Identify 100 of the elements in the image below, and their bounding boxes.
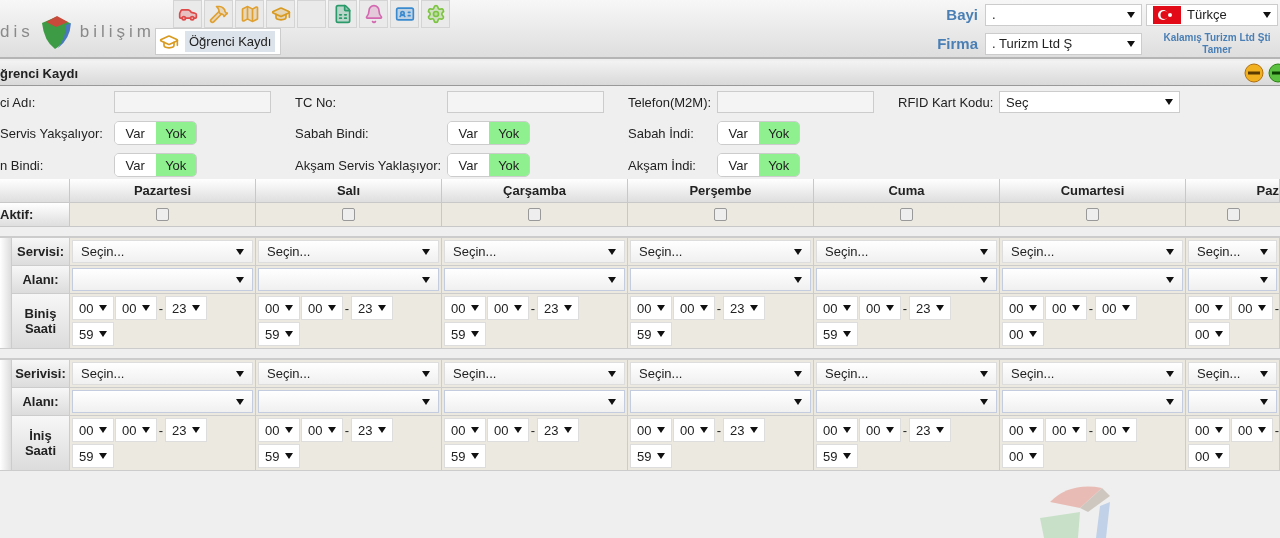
- time-select[interactable]: 00: [444, 418, 486, 442]
- time-select[interactable]: 00: [1002, 296, 1044, 320]
- area-select[interactable]: [1188, 268, 1277, 291]
- service-select[interactable]: Seçin...: [1002, 240, 1183, 263]
- open-tab[interactable]: Öğrenci Kaydı: [155, 28, 281, 55]
- toggle-option[interactable]: Yok: [758, 154, 799, 176]
- time-select[interactable]: 59: [444, 322, 486, 346]
- input-field[interactable]: [717, 91, 874, 113]
- time-select[interactable]: 00: [1002, 322, 1044, 346]
- toolbar-button[interactable]: [266, 0, 295, 28]
- time-select[interactable]: 23: [351, 296, 393, 320]
- time-select[interactable]: 00: [673, 296, 715, 320]
- checkbox[interactable]: [342, 208, 355, 221]
- time-select[interactable]: 59: [816, 322, 858, 346]
- service-select[interactable]: Seçin...: [630, 240, 811, 263]
- checkbox[interactable]: [528, 208, 541, 221]
- toggle-option[interactable]: Var: [718, 154, 759, 176]
- time-select[interactable]: 00: [816, 418, 858, 442]
- toolbar-button[interactable]: [328, 0, 357, 28]
- area-select[interactable]: [1002, 390, 1183, 413]
- time-select[interactable]: 59: [258, 322, 300, 346]
- checkbox[interactable]: [1226, 208, 1240, 221]
- toolbar-button[interactable]: [359, 0, 388, 28]
- time-select[interactable]: 00: [630, 296, 672, 320]
- toggle-option[interactable]: Yok: [488, 122, 529, 144]
- time-select[interactable]: 23: [909, 296, 951, 320]
- area-select[interactable]: [444, 268, 625, 291]
- toggle-option[interactable]: Var: [448, 122, 489, 144]
- area-select[interactable]: [258, 390, 439, 413]
- service-select[interactable]: Seçin...: [1002, 362, 1183, 385]
- add-icon[interactable]: [1268, 63, 1280, 83]
- time-select[interactable]: 00: [859, 296, 901, 320]
- service-select[interactable]: Seçin...: [72, 362, 253, 385]
- time-select[interactable]: 00: [630, 418, 672, 442]
- service-select[interactable]: Seçin...: [258, 240, 439, 263]
- area-select[interactable]: [72, 268, 253, 291]
- time-select[interactable]: 00: [1188, 322, 1230, 346]
- time-select[interactable]: 23: [351, 418, 393, 442]
- time-select[interactable]: 00: [859, 418, 901, 442]
- time-select[interactable]: 59: [630, 444, 672, 468]
- area-select[interactable]: [816, 268, 997, 291]
- service-select[interactable]: Seçin...: [72, 240, 253, 263]
- toolbar-button[interactable]: [173, 0, 202, 28]
- checkbox[interactable]: [1086, 208, 1099, 221]
- time-select[interactable]: 00: [1231, 296, 1273, 320]
- time-select[interactable]: 23: [165, 418, 207, 442]
- toggle-option[interactable]: Var: [718, 122, 759, 144]
- bayi-select[interactable]: .: [985, 3, 1142, 26]
- toolbar-button[interactable]: [421, 0, 450, 28]
- time-select[interactable]: 00: [301, 418, 343, 442]
- checkbox[interactable]: [900, 208, 913, 221]
- area-select[interactable]: [444, 390, 625, 413]
- toolbar-button[interactable]: [390, 0, 419, 28]
- time-select[interactable]: 00: [72, 418, 114, 442]
- time-select[interactable]: 00: [487, 296, 529, 320]
- toggle-option[interactable]: Yok: [155, 122, 196, 144]
- time-select[interactable]: 00: [1188, 444, 1230, 468]
- time-select[interactable]: 00: [1231, 418, 1273, 442]
- service-select[interactable]: Seçin...: [444, 240, 625, 263]
- time-select[interactable]: 00: [1045, 418, 1087, 442]
- toggle-option[interactable]: Yok: [758, 122, 799, 144]
- area-select[interactable]: [258, 268, 439, 291]
- time-select[interactable]: 59: [72, 444, 114, 468]
- time-select[interactable]: 00: [444, 296, 486, 320]
- area-select[interactable]: [630, 390, 811, 413]
- toggle-option[interactable]: Yok: [488, 154, 529, 176]
- input-field[interactable]: [114, 91, 271, 113]
- time-select[interactable]: 00: [1045, 296, 1087, 320]
- time-select[interactable]: 00: [1095, 296, 1137, 320]
- time-select[interactable]: 00: [301, 296, 343, 320]
- time-select[interactable]: 00: [258, 296, 300, 320]
- time-select[interactable]: 23: [723, 418, 765, 442]
- time-select[interactable]: 00: [673, 418, 715, 442]
- service-select[interactable]: Seçin...: [444, 362, 625, 385]
- input-field[interactable]: [447, 91, 604, 113]
- time-select[interactable]: 00: [1188, 418, 1230, 442]
- toolbar-button[interactable]: [235, 0, 264, 28]
- time-select[interactable]: 00: [1188, 296, 1230, 320]
- time-select[interactable]: 23: [537, 418, 579, 442]
- time-select[interactable]: 00: [487, 418, 529, 442]
- service-select[interactable]: Seçin...: [1188, 240, 1277, 263]
- toggle-option[interactable]: Var: [448, 154, 489, 176]
- time-select[interactable]: 23: [537, 296, 579, 320]
- toggle-option[interactable]: Var: [115, 122, 156, 144]
- time-select[interactable]: 59: [630, 322, 672, 346]
- area-select[interactable]: [1188, 390, 1277, 413]
- time-select[interactable]: 59: [816, 444, 858, 468]
- time-select[interactable]: 00: [115, 296, 157, 320]
- time-select[interactable]: 23: [909, 418, 951, 442]
- checkbox[interactable]: [714, 208, 727, 221]
- area-select[interactable]: [1002, 268, 1183, 291]
- time-select[interactable]: 59: [258, 444, 300, 468]
- area-select[interactable]: [630, 268, 811, 291]
- area-select[interactable]: [816, 390, 997, 413]
- service-select[interactable]: Seçin...: [816, 240, 997, 263]
- time-select[interactable]: 00: [1095, 418, 1137, 442]
- language-select[interactable]: Türkçe: [1146, 3, 1278, 26]
- toolbar-button[interactable]: [204, 0, 233, 28]
- firma-select[interactable]: . Turizm Ltd Ş: [985, 32, 1142, 55]
- time-select[interactable]: 23: [165, 296, 207, 320]
